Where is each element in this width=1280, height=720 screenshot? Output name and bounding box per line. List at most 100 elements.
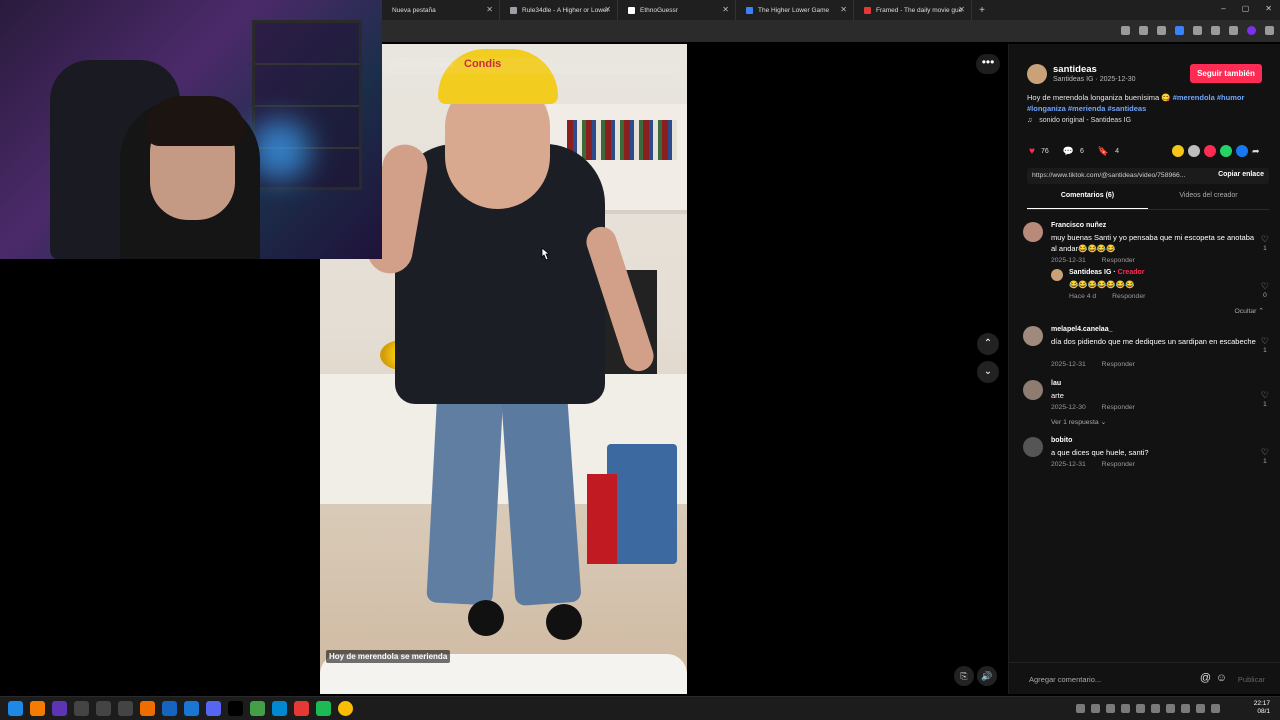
hashtag[interactable]: #humor bbox=[1217, 93, 1245, 102]
like-stat[interactable]: ♥ 76 bbox=[1029, 146, 1049, 157]
tray-icon[interactable] bbox=[1166, 704, 1175, 713]
app-icon[interactable] bbox=[74, 701, 89, 716]
app-icon[interactable] bbox=[184, 701, 199, 716]
close-window-button[interactable]: ✕ bbox=[1265, 4, 1272, 13]
discord-icon[interactable] bbox=[206, 701, 221, 716]
volume-icon[interactable] bbox=[1211, 704, 1220, 713]
avatar[interactable] bbox=[1023, 380, 1043, 400]
previous-video-button[interactable]: ⌃ bbox=[977, 333, 999, 355]
tray-icon[interactable] bbox=[1106, 704, 1115, 713]
reply-button[interactable]: Responder bbox=[1112, 293, 1145, 300]
facebook-share-icon[interactable] bbox=[1236, 145, 1248, 157]
comment-user[interactable]: Santideas IG · Creador bbox=[1069, 269, 1144, 276]
comment-user[interactable]: Francisco nuñez bbox=[1051, 222, 1106, 229]
tray-icon[interactable] bbox=[1151, 704, 1160, 713]
tray-icon[interactable] bbox=[1076, 704, 1085, 713]
author-name[interactable]: santideas bbox=[1053, 64, 1097, 75]
menu-icon[interactable] bbox=[1265, 26, 1274, 35]
tab-rule34dle[interactable]: Rule34dle - A Higher or Lower ✕ bbox=[500, 0, 618, 20]
save-stat[interactable]: 🔖 4 bbox=[1098, 146, 1119, 157]
reply-button[interactable]: Responder bbox=[1102, 361, 1135, 368]
close-tab-icon[interactable]: ✕ bbox=[486, 5, 493, 14]
author-avatar[interactable] bbox=[1027, 64, 1047, 84]
spotify-icon[interactable] bbox=[316, 701, 331, 716]
new-tab-button[interactable]: + bbox=[972, 5, 992, 16]
embed-share-icon[interactable] bbox=[1172, 145, 1184, 157]
minimize-button[interactable]: – bbox=[1221, 4, 1225, 13]
app-icon[interactable] bbox=[294, 701, 309, 716]
avatar[interactable] bbox=[1051, 269, 1063, 281]
comment-like[interactable]: ♡ 0 bbox=[1261, 281, 1269, 299]
app-icon[interactable] bbox=[118, 701, 133, 716]
close-tab-icon[interactable]: ✕ bbox=[840, 5, 847, 14]
reply-button[interactable]: Responder bbox=[1102, 257, 1135, 264]
share-arrow-icon[interactable]: ➦ bbox=[1252, 145, 1264, 157]
comment-user[interactable]: lau bbox=[1051, 380, 1061, 387]
friends-share-icon[interactable] bbox=[1204, 145, 1216, 157]
app-icon[interactable] bbox=[272, 701, 287, 716]
view-replies-button[interactable]: Ver 1 respuesta ⌄ bbox=[1051, 418, 1106, 426]
emoji-icon[interactable]: ☺ bbox=[1216, 672, 1227, 684]
close-tab-icon[interactable]: ✕ bbox=[958, 5, 965, 14]
extension-icon[interactable] bbox=[1157, 26, 1166, 35]
tab-comments[interactable]: Comentarios (6) bbox=[1027, 192, 1148, 209]
app-icon[interactable] bbox=[96, 701, 111, 716]
whatsapp-share-icon[interactable] bbox=[1220, 145, 1232, 157]
hide-replies-button[interactable]: Ocultar ⌃ bbox=[1235, 307, 1265, 315]
tray-icon[interactable] bbox=[1121, 704, 1130, 713]
video-link[interactable]: https://www.tiktok.com/@santideas/video/… bbox=[1032, 172, 1186, 179]
hashtag[interactable]: #santideas bbox=[1107, 104, 1146, 113]
tray-icon[interactable] bbox=[1091, 704, 1100, 713]
captions-icon[interactable]: ⎘ bbox=[954, 666, 974, 686]
app-icon[interactable] bbox=[162, 701, 177, 716]
app-icon[interactable] bbox=[140, 701, 155, 716]
copy-link-button[interactable]: Copiar enlace bbox=[1218, 171, 1264, 178]
more-options-button[interactable]: ••• bbox=[976, 54, 1000, 74]
maximize-button[interactable]: ▢ bbox=[1242, 4, 1250, 13]
app-icon[interactable] bbox=[250, 701, 265, 716]
mention-icon[interactable]: @ bbox=[1200, 672, 1211, 684]
follow-button[interactable]: Seguir también bbox=[1190, 64, 1262, 83]
hashtag[interactable]: #merendola bbox=[1173, 93, 1215, 102]
comment-user[interactable]: melapel4.canelaa_ bbox=[1051, 326, 1113, 333]
close-tab-icon[interactable]: ✕ bbox=[604, 5, 611, 14]
media-icon[interactable] bbox=[1229, 26, 1238, 35]
comment-stat[interactable]: 💬 6 bbox=[1063, 146, 1084, 157]
tab-ethnoguessr[interactable]: EthnoGuessr ✕ bbox=[618, 0, 736, 20]
reply-button[interactable]: Responder bbox=[1102, 404, 1135, 411]
avatar[interactable] bbox=[1023, 437, 1043, 457]
search-input[interactable]: Buscar relacionados bbox=[382, 58, 680, 74]
tab-higher-lower[interactable]: The Higher Lower Game ✕ bbox=[736, 0, 854, 20]
install-icon[interactable] bbox=[1121, 26, 1130, 35]
close-tab-icon[interactable]: ✕ bbox=[722, 5, 729, 14]
avatar[interactable] bbox=[1023, 326, 1043, 346]
tab-creator-videos[interactable]: Videos del creador bbox=[1148, 192, 1269, 209]
tiktok-icon[interactable] bbox=[228, 701, 243, 716]
extension-blue-icon[interactable] bbox=[1175, 26, 1184, 35]
comment-like[interactable]: ♡ 1 bbox=[1261, 336, 1269, 354]
tab-framed[interactable]: Framed - The daily movie gue ✕ bbox=[854, 0, 972, 20]
tab-nueva-pestana[interactable]: Nueva pestaña ✕ bbox=[382, 0, 500, 20]
comment-like[interactable]: ♡ 1 bbox=[1261, 447, 1269, 465]
wifi-icon[interactable] bbox=[1196, 704, 1205, 713]
comment-like[interactable]: ♡ 1 bbox=[1261, 390, 1269, 408]
app-icon[interactable] bbox=[52, 701, 67, 716]
post-button[interactable]: Publicar bbox=[1238, 675, 1265, 684]
favorites-icon[interactable] bbox=[1211, 26, 1220, 35]
profile-avatar-icon[interactable] bbox=[1247, 26, 1256, 35]
tray-icon[interactable] bbox=[1181, 704, 1190, 713]
comment-user[interactable]: bobito bbox=[1051, 437, 1072, 444]
send-share-icon[interactable] bbox=[1188, 145, 1200, 157]
reply-button[interactable]: Responder bbox=[1102, 461, 1135, 468]
hashtag[interactable]: #longaniza bbox=[1027, 104, 1066, 113]
bookmark-star-icon[interactable] bbox=[1139, 26, 1148, 35]
volume-button[interactable]: 🔊 bbox=[977, 666, 997, 686]
system-clock[interactable]: 22:17 08/1 bbox=[1254, 700, 1270, 716]
avatar[interactable] bbox=[1023, 222, 1043, 242]
comment-like[interactable]: ♡ 1 bbox=[1261, 234, 1269, 252]
puzzle-icon[interactable] bbox=[1193, 26, 1202, 35]
search-icon[interactable] bbox=[30, 701, 45, 716]
comment-input[interactable]: Agregar comentario... bbox=[1029, 675, 1101, 684]
chrome-icon[interactable] bbox=[338, 701, 353, 716]
tray-icon[interactable] bbox=[1136, 704, 1145, 713]
